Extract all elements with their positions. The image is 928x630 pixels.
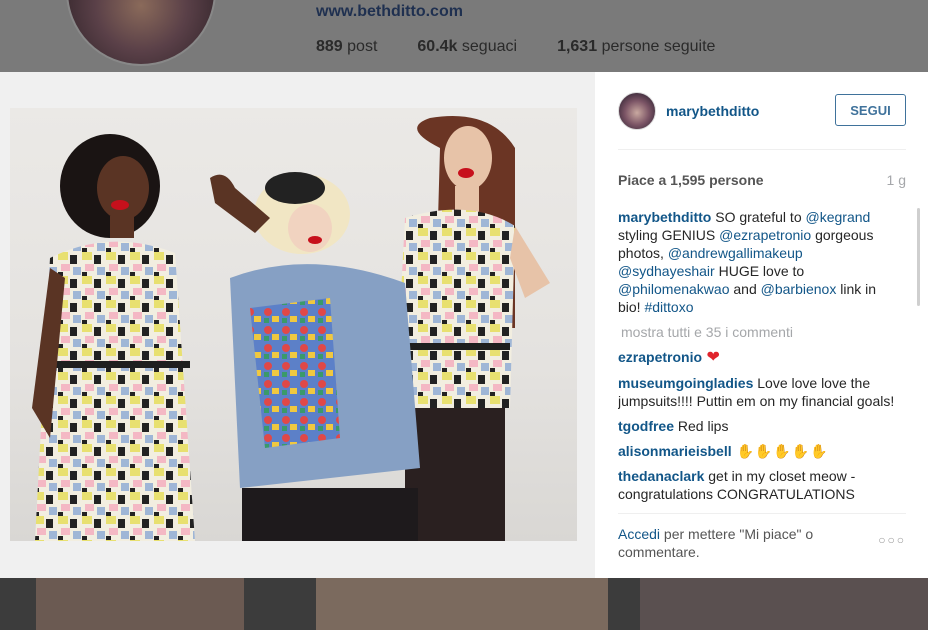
stat-posts: 889 post (316, 38, 378, 55)
background-website-link: www.bethditto.com (316, 3, 463, 20)
post-modal: marybethditto SEGUI Piace a 1,595 person… (0, 72, 928, 578)
post-sidebar: marybethditto SEGUI Piace a 1,595 person… (595, 72, 928, 578)
comment-row: museumgoingladies Love love love the jum… (618, 374, 898, 410)
stat-followers: 60.4k seguaci (417, 38, 518, 55)
caption-mention[interactable]: #dittoxo (644, 299, 693, 315)
caption-mention[interactable]: @barbienox (761, 281, 837, 297)
comment-entries: ezrapetronio ❤ museumgoingladies Love lov… (618, 348, 898, 503)
user-avatar[interactable] (618, 92, 656, 130)
background-grid-row (0, 578, 928, 630)
post-photo[interactable] (10, 108, 577, 541)
comment-row: thedanaclark get in my closet meow - con… (618, 467, 898, 503)
background-profile-stats: 889 post 60.4k seguaci 1,631 persone seg… (316, 38, 715, 56)
footer-divider (618, 513, 906, 514)
post-header: marybethditto SEGUI (618, 90, 906, 132)
comment-username[interactable]: tgodfree (618, 418, 674, 434)
caption-fragment: HUGE love to (714, 263, 805, 279)
caption-fragment: styling GENIUS (618, 227, 720, 243)
login-link[interactable]: Accedi (618, 526, 660, 542)
caption: marybethditto SO grateful to @kegrand st… (618, 208, 898, 316)
caption-fragment: SO grateful to (711, 209, 806, 225)
background-profile-avatar (66, 0, 216, 66)
stat-following: 1,631 persone seguite (557, 38, 716, 55)
background-thumbnail (316, 578, 608, 630)
caption-fragment: and (729, 281, 761, 297)
header-divider (618, 149, 906, 150)
comment-username[interactable]: alisonmarieisbell (618, 443, 732, 459)
login-prompt: Accedi per mettere "Mi piace" o commenta… (618, 525, 858, 561)
heart-icon: ❤ (702, 349, 720, 366)
show-all-comments-link[interactable]: mostra tutti e 35 i commenti (621, 323, 898, 341)
ellipsis-icon[interactable]: ○○○ (878, 533, 906, 547)
caption-mention[interactable]: @sydhayeshair (618, 263, 715, 279)
comment-username[interactable]: museumgoingladies (618, 375, 753, 391)
comment-username[interactable]: thedanaclark (618, 468, 704, 484)
comment-row: alisonmarieisbell ✋✋✋✋✋ (618, 442, 898, 460)
post-username[interactable]: marybethditto (666, 103, 759, 119)
caption-mention[interactable]: @kegrand (806, 209, 871, 225)
follow-button[interactable]: SEGUI (835, 94, 906, 126)
post-photo-illustration (32, 116, 550, 541)
comments-list[interactable]: marybethditto SO grateful to @kegrand st… (618, 208, 898, 510)
caption-mention[interactable]: @ezrapetronio (719, 227, 811, 243)
background-thumbnail (640, 578, 928, 630)
background-thumbnail (36, 578, 244, 630)
comment-row: ezrapetronio ❤ (618, 348, 898, 367)
post-age[interactable]: 1 g (887, 172, 906, 188)
photo-pane (0, 72, 595, 578)
scrollbar-thumb[interactable] (917, 208, 920, 306)
comment-row: tgodfree Red lips (618, 417, 898, 435)
background-profile-header: www.bethditto.com 889 post 60.4k seguaci… (0, 0, 928, 72)
likes-count[interactable]: Piace a 1,595 persone (618, 172, 764, 188)
caption-mention[interactable]: @philomenakwao (618, 281, 730, 297)
caption-mention[interactable]: @andrewgallimakeup (668, 245, 803, 261)
comment-username[interactable]: ezrapetronio (618, 349, 702, 365)
comments-scrollbar[interactable] (917, 208, 920, 510)
comment-text: Red lips (674, 418, 729, 434)
caption-username[interactable]: marybethditto (618, 209, 711, 225)
clapping-hands-icon: ✋✋✋✋✋ (731, 443, 829, 459)
